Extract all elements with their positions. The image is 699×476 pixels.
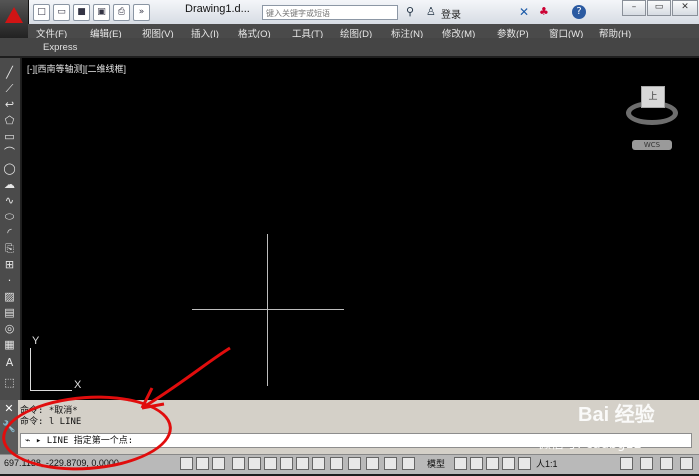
selection-cycling-icon[interactable] [402,457,415,470]
minimize-button[interactable]: – [622,0,646,16]
quick-view-drawings-icon[interactable] [470,457,483,470]
viewport-controls-label[interactable]: [-][西南等轴测][二维线框] [27,62,126,75]
arc-icon[interactable]: ⌒ [2,146,17,160]
line-icon[interactable]: ╱ [2,66,17,80]
insert-block-icon[interactable]: ⎘ [2,242,17,256]
polyline-icon[interactable]: ↩ [2,98,17,112]
user-icon[interactable]: ♙ [426,5,436,18]
add-selected-icon[interactable]: ⬚ [2,376,17,390]
ucs-x-label: X [74,379,82,391]
ucs-y-label: Y [32,335,40,347]
title-bar: □ ▭ ■ ▣ ⎙ » Drawing1.d... 键入关键字或短语 ⚲ ♙ 登… [0,0,699,38]
network-icon[interactable]: ♣ [539,5,549,18]
document-title: Drawing1.d... [185,3,250,15]
allow-disallow-ucs-icon[interactable] [312,457,325,470]
ellipse-icon[interactable]: ⬭ [2,210,17,224]
search-input[interactable]: 键入关键字或短语 [262,5,398,20]
ellipse-arc-icon[interactable]: ◜ [2,226,17,240]
snap-mode-icon[interactable] [196,457,209,470]
login-link[interactable]: 登录 [441,6,461,21]
dynamic-input-icon[interactable] [330,457,343,470]
quick-view-layouts-icon[interactable] [454,457,467,470]
lineweight-icon[interactable] [348,457,361,470]
workspace-switch-icon[interactable] [620,457,633,470]
save-icon[interactable]: ■ [73,4,90,21]
make-block-icon[interactable]: ⊞ [2,258,17,272]
restore-button[interactable]: ▭ [647,0,671,16]
crosshair-vertical [267,234,268,386]
baidu-watermark-logo: Bai 经验 [578,404,655,426]
mtext-icon[interactable]: A [2,356,17,370]
gradient-icon[interactable]: ▤ [2,306,17,320]
polar-tracking-icon[interactable] [248,457,261,470]
quick-access-toolbar: □ ▭ ■ ▣ ⎙ » [33,4,150,21]
object-snap-icon[interactable] [264,457,277,470]
point-icon[interactable]: · [2,274,17,288]
annotation-scale[interactable]: 人1:1 [536,457,558,470]
hatch-icon[interactable]: ▨ [2,290,17,304]
3d-object-snap-icon[interactable] [280,457,293,470]
region-icon[interactable]: ◎ [2,322,17,336]
table-icon[interactable]: ▦ [2,338,17,352]
ucs-y-axis [30,348,31,390]
new-icon[interactable]: □ [33,4,50,21]
construction-line-icon[interactable]: ⟋ [2,82,17,96]
wcs-menu-button[interactable]: WCS [632,140,672,150]
model-space-button[interactable]: 模型 [427,457,445,470]
ribbon-strip [0,38,699,56]
ucs-x-axis [30,390,72,391]
drawing-canvas[interactable]: [-][西南等轴测][二维线框] Y X 上 WCS [22,58,699,400]
exchange-icon[interactable]: ✕ [519,5,529,19]
pan-icon[interactable] [486,457,499,470]
viewcube-top-face[interactable]: 上 [641,86,665,108]
autocad-logo-icon [5,7,23,23]
object-snap-tracking-icon[interactable] [296,457,309,470]
crosshair-horizontal [192,309,344,310]
quick-properties-icon[interactable] [384,457,397,470]
lock-icon[interactable] [640,457,653,470]
help-icon[interactable]: ? [572,5,586,19]
transparency-icon[interactable] [366,457,379,470]
rectangle-icon[interactable]: ▭ [2,130,17,144]
menu-express[interactable]: Express [43,42,77,53]
circle-icon[interactable]: ◯ [2,162,17,176]
more-icon[interactable]: » [133,4,150,21]
wechat-watermark: 微信号: cadbg12 [538,437,642,452]
infer-constraints-icon[interactable] [180,457,193,470]
spline-icon[interactable]: ∿ [2,194,17,208]
save-as-icon[interactable]: ▣ [93,4,110,21]
draw-toolbar: ╱ ⟋ ↩ ⬠ ▭ ⌒ ◯ ☁ ∿ ⬭ ◜ ⎘ ⊞ · ▨ ▤ ◎ ▦ A ⬚ [0,58,21,400]
annotation-arrow [140,346,231,410]
ortho-mode-icon[interactable] [232,457,245,470]
clean-screen-icon[interactable] [680,457,693,470]
revcloud-icon[interactable]: ☁ [2,178,17,192]
binoculars-icon[interactable]: ⚲ [406,5,420,19]
close-window-button[interactable]: ✕ [672,0,698,16]
grid-display-icon[interactable] [212,457,225,470]
print-icon[interactable]: ⎙ [113,4,130,21]
steeringwheel-icon[interactable] [518,457,531,470]
close-icon[interactable]: ✕ [0,400,18,418]
zoom-icon[interactable] [502,457,515,470]
polygon-icon[interactable]: ⬠ [2,114,17,128]
application-menu-button[interactable] [0,0,29,38]
viewcube[interactable]: 上 [626,86,682,138]
isolate-objects-icon[interactable] [660,457,673,470]
open-icon[interactable]: ▭ [53,4,70,21]
